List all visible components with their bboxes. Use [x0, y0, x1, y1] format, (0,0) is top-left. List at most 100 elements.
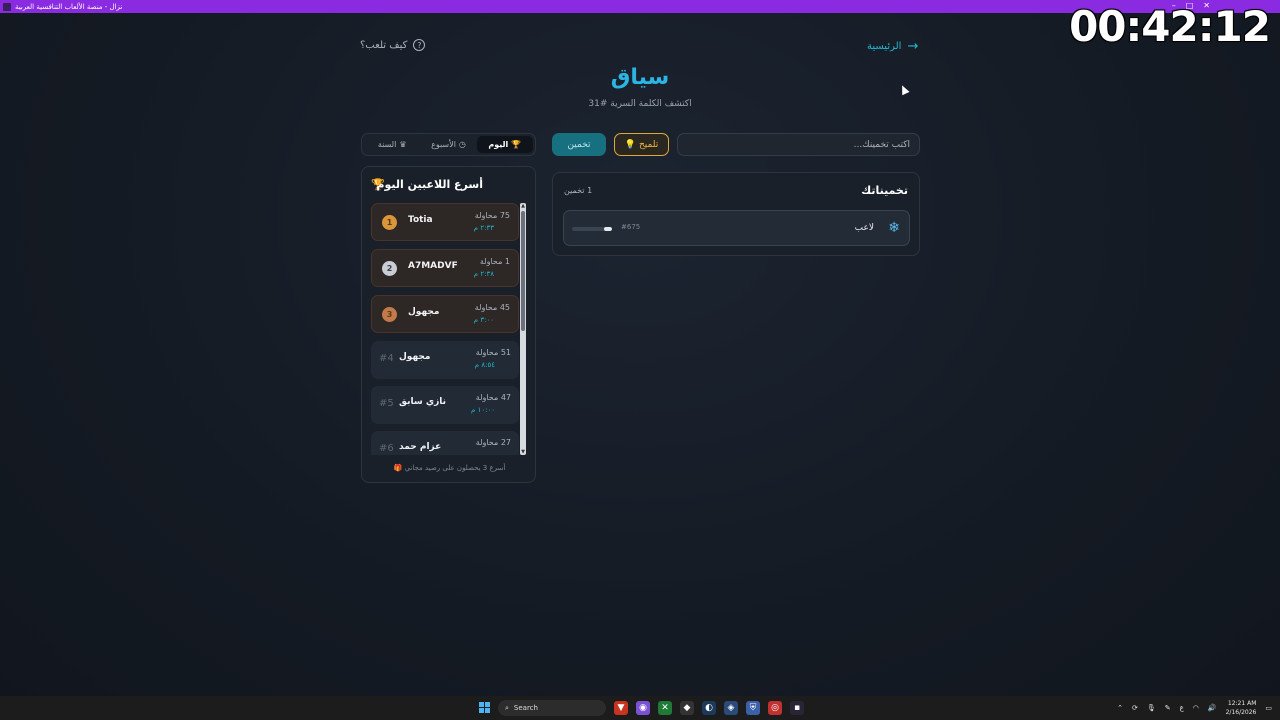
hint-button[interactable]: 💡 تلميح: [614, 133, 669, 156]
guess-input[interactable]: [677, 133, 920, 156]
search-icon: ⌕: [505, 703, 509, 712]
tab-year-label: السنة: [377, 140, 397, 149]
taskbar-clock[interactable]: 12:21 AM 2/16/2026: [1226, 699, 1257, 717]
leaderboard-note-text: أسرع 3 يحصلون على رصيد مجاني: [404, 464, 506, 472]
player-name: مجهول: [408, 307, 440, 317]
leaderboard-scrollbar[interactable]: ▲ ▼: [520, 203, 526, 455]
player-attempts: 27 محاولة: [475, 438, 511, 447]
chevron-up-icon[interactable]: ⌃: [1117, 704, 1123, 712]
discord-icon[interactable]: ◉: [636, 701, 650, 715]
tab-today-label: اليوم: [488, 140, 509, 149]
home-link-label: الرئيسية: [867, 41, 902, 52]
player-time: ١٠:٠٠ م: [471, 406, 495, 414]
taskbar-search[interactable]: ⌕ Search: [498, 700, 606, 716]
mic-icon[interactable]: 🎙: [1147, 704, 1156, 712]
language-indicator[interactable]: ع: [1180, 704, 1184, 712]
crown-icon: ♛: [399, 140, 407, 149]
lightbulb-icon: 💡: [624, 139, 636, 150]
leaderboard-row: 1 Totia 75 محاولة ٢:٣٣ م: [371, 203, 519, 241]
timer-overlay: 00:42:12: [1069, 2, 1271, 51]
taskbar-apps: ▼ ◉ ✕ ◆ ◐ ◈ ⛨ ◎ ▪: [614, 701, 804, 715]
player-time: ٨:٥٤ م: [474, 361, 495, 369]
player-time: ٢:٣٨ م: [473, 270, 494, 278]
leaderboard-row: #6 عزام حمد 27 محاولة: [371, 431, 519, 455]
guess-progress-bar: [572, 227, 612, 231]
vpn-icon[interactable]: ◈: [724, 701, 738, 715]
guess-rank: #675: [621, 223, 641, 231]
app-icon: [3, 2, 11, 11]
scroll-up-icon[interactable]: ▲: [520, 203, 526, 209]
player-attempts: 45 محاولة: [474, 303, 510, 312]
taskbar-search-label: Search: [513, 704, 538, 712]
leaderboard-note: أسرع 3 يحصلون على رصيد مجاني 🎁: [362, 464, 537, 472]
player-name: نازي سابق: [399, 397, 447, 407]
how-to-play-link[interactable]: كيف تلعب؟ ?: [360, 39, 426, 51]
home-link[interactable]: → الرئيسية: [867, 39, 918, 54]
tab-week-label: الأسبوع: [431, 140, 456, 149]
notification-icon[interactable]: ▭: [1265, 704, 1272, 712]
player-name: A7MADVF: [408, 261, 458, 271]
leaderboard-row: 3 مجهول 45 محاولة ٣:٠٠ م: [371, 295, 519, 333]
network-icon[interactable]: ⟳: [1132, 704, 1138, 712]
guess-count: 1 تخمين: [564, 186, 593, 195]
tab-week[interactable]: الأسبوع ◷: [420, 136, 476, 153]
arrow-right-icon: →: [907, 39, 919, 54]
leaderboard-panel: 🏆 أسرع اللاعبين اليوم 1 Totia 75 محاولة …: [361, 166, 536, 483]
leaderboard-list: 1 Totia 75 محاولة ٢:٣٣ م 2 A7MADVF 1 محا…: [371, 203, 521, 455]
guess-button[interactable]: تخمين: [552, 133, 606, 156]
wifi-icon[interactable]: ◠: [1193, 704, 1199, 712]
shield-icon[interactable]: ⛨: [746, 701, 760, 715]
bronze-medal-icon: 3: [382, 307, 397, 322]
silver-medal-icon: 2: [382, 261, 397, 276]
system-tray: ⌃ ⟳ 🎙 ✎ ع ◠ 🔊 12:21 AM 2/16/2026 ▭: [1117, 699, 1272, 717]
xbox-icon[interactable]: ✕: [658, 701, 672, 715]
leaderboard-row: #5 نازي سابق 47 محاولة ١٠:٠٠ م: [371, 386, 519, 424]
guess-row: ❄ لاعب #675: [563, 210, 910, 246]
player-attempts: 51 محاولة: [475, 348, 511, 357]
steam-icon[interactable]: ◐: [702, 701, 716, 715]
leaderboard-row: #4 مجهول 51 محاولة ٨:٥٤ م: [371, 341, 519, 379]
player-attempts: 75 محاولة: [474, 211, 510, 220]
player-time: ٢:٣٣ م: [473, 224, 494, 232]
taskbar: ⌕ Search ▼ ◉ ✕ ◆ ◐ ◈ ⛨ ◎ ▪ ⌃ ⟳ 🎙 ✎ ع ◠ 🔊…: [0, 696, 1280, 720]
period-tabs: اليوم 🏆 الأسبوع ◷ السنة ♛: [361, 133, 536, 156]
clock-time: 12:21 AM: [1227, 700, 1257, 707]
scroll-thumb[interactable]: [521, 211, 525, 331]
windows-start-icon[interactable]: [479, 702, 490, 713]
snowflake-icon: ❄: [888, 220, 900, 236]
help-circle-icon: ?: [413, 39, 426, 51]
guess-word: لاعب: [854, 223, 874, 233]
leaderboard-row: 2 A7MADVF 1 محاولة ٢:٣٨ م: [371, 249, 519, 287]
epic-icon[interactable]: ◆: [680, 701, 694, 715]
how-to-play-label: كيف تلعب؟: [360, 39, 408, 51]
player-rank: #5: [379, 398, 394, 409]
clock-icon: ◷: [458, 140, 466, 149]
player-attempts: 1 محاولة: [479, 257, 510, 266]
volume-icon[interactable]: 🔊: [1208, 704, 1217, 712]
page-title: سياق: [610, 65, 670, 90]
clock-date: 2/16/2026: [1225, 709, 1257, 716]
pen-icon[interactable]: ✎: [1165, 704, 1171, 712]
guesses-title: تخميناتك: [861, 184, 908, 197]
leaderboard-title: أسرع اللاعبين اليوم: [376, 178, 483, 191]
gold-medal-icon: 1: [382, 215, 397, 230]
tab-today[interactable]: اليوم 🏆: [476, 136, 533, 153]
scroll-down-icon[interactable]: ▼: [520, 449, 526, 455]
window-title: نزال - منصة الألعاب التنافسية العربية: [15, 2, 123, 11]
player-rank: #4: [379, 353, 394, 364]
active-app-icon[interactable]: ▪: [790, 701, 804, 715]
guesses-panel: تخميناتك 1 تخمين ❄ لاعب #675: [552, 172, 920, 256]
player-name: عزام حمد: [399, 442, 442, 452]
chrome-icon[interactable]: ◎: [768, 701, 782, 715]
gift-icon: 🎁: [393, 464, 403, 472]
trophy-icon: 🏆: [511, 140, 522, 149]
page-subtitle: اكتشف الكلمة السرية #31: [588, 99, 692, 109]
player-attempts: 47 محاولة: [475, 393, 511, 402]
hint-button-label: تلميح: [639, 139, 659, 150]
player-rank: #6: [379, 443, 394, 454]
player-time: ٣:٠٠ م: [473, 316, 494, 324]
brave-icon[interactable]: ▼: [614, 701, 628, 715]
tab-year[interactable]: السنة ♛: [364, 136, 420, 153]
player-name: Totia: [408, 215, 433, 225]
guess-progress-fill: [604, 227, 612, 231]
